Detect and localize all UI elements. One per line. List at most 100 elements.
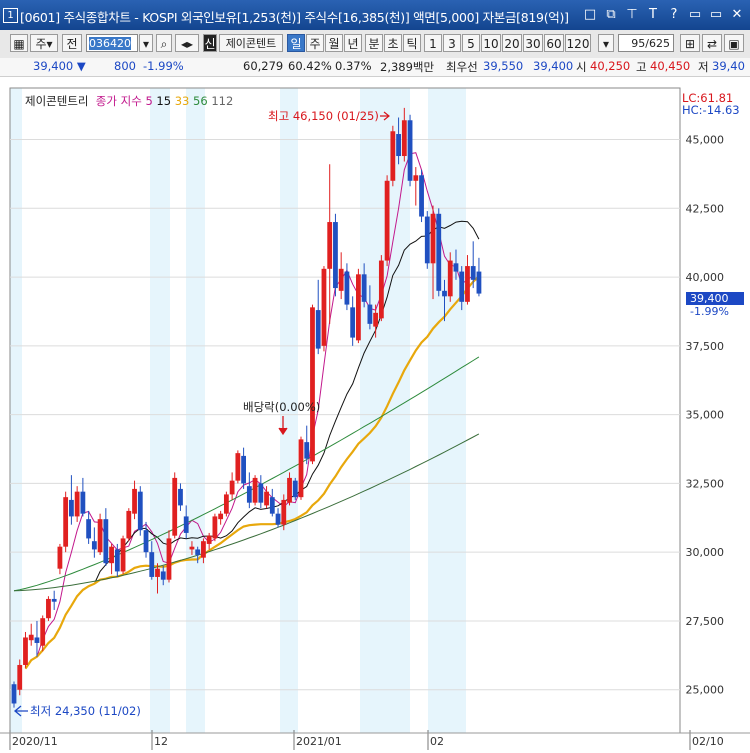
candle-body: [396, 134, 401, 157]
period-daily[interactable]: 일: [287, 34, 305, 52]
candle-body: [321, 268, 327, 346]
legend-ma-5: 5: [145, 94, 153, 108]
candle-body: [120, 538, 126, 572]
candle-body: [430, 213, 436, 264]
candle-body: [34, 637, 40, 643]
signal-label: 최우선: [446, 60, 478, 74]
window-title: [0601] 주식종합차트 - KOSPI 외국인보유[1,253(천)] 주식…: [20, 10, 569, 25]
candle-body: [419, 175, 424, 217]
grid-icon[interactable]: ▦: [10, 34, 28, 52]
help-icon[interactable]: ?: [667, 7, 681, 22]
low-price: 39,40: [712, 59, 745, 73]
period-weekly[interactable]: 주: [306, 34, 324, 52]
highlight-band: [150, 88, 170, 733]
candle-body: [241, 455, 246, 484]
y-tick-label: 27,500: [686, 615, 725, 628]
interval-120[interactable]: 120: [565, 34, 591, 52]
window-number: 1: [3, 8, 18, 23]
x-tick-label: 2021/01: [296, 735, 342, 748]
interval-10[interactable]: 10: [481, 34, 501, 52]
save-icon[interactable]: ▣: [724, 34, 744, 52]
chart-legend: 제이콘텐트리 종가 지수 5 15 33 56 112: [25, 93, 233, 109]
candle-body: [344, 271, 350, 305]
legend-ma-33: 33: [174, 94, 190, 108]
candle-body: [51, 598, 57, 602]
highlight-band: [186, 88, 205, 733]
pin-icon[interactable]: ⊤: [625, 7, 639, 22]
toggle-icon[interactable]: ⇄: [702, 34, 722, 52]
candle-body: [23, 637, 28, 665]
candle-body: [327, 222, 333, 269]
price-tag-value: 39,400: [690, 292, 729, 305]
copy-icon[interactable]: ⧉: [604, 7, 618, 22]
credit-badge: 신: [203, 34, 217, 52]
y-tick-label: 30,000: [686, 546, 725, 559]
volume-pct: 60.42%: [288, 59, 332, 73]
low-label: 저: [698, 60, 709, 74]
plot-frame: [9, 87, 681, 734]
candle-body: [86, 519, 92, 539]
candle-body: [57, 546, 63, 569]
y-tick-label: 45,000: [686, 134, 725, 147]
interval-20[interactable]: 20: [502, 34, 522, 52]
period-tick[interactable]: 틱: [403, 34, 421, 52]
series-name: 제이콘텐트리: [25, 94, 89, 108]
interval-30[interactable]: 30: [523, 34, 543, 52]
candle-body: [155, 568, 160, 577]
stock-code-input[interactable]: 036420: [86, 34, 138, 52]
y-tick-label: 42,500: [686, 202, 725, 215]
candle-body: [333, 222, 338, 289]
candle-body: [470, 266, 476, 280]
price-change-pct: -1.99%: [143, 59, 184, 73]
candle-body: [63, 497, 69, 547]
interval-5[interactable]: 5: [462, 34, 480, 52]
price-chart-area[interactable]: 45,000 42,500 40,000 37,500 35,000 32,500 30,0…: [0, 77, 750, 750]
dividend-annotation: 배당락(0.00%): [243, 400, 320, 414]
period-second[interactable]: 초: [384, 34, 402, 52]
candle-body: [17, 664, 23, 690]
interval-1[interactable]: 1: [424, 34, 442, 52]
candle-body: [212, 516, 218, 539]
candle-body: [206, 535, 212, 544]
volume: 60,279: [243, 59, 284, 73]
period-monthly[interactable]: 월: [325, 34, 343, 52]
maximize-button[interactable]: ▭: [709, 7, 723, 22]
current-price: 39,400 ▼: [33, 59, 86, 73]
candle-body: [132, 488, 137, 514]
candle-body: [275, 513, 281, 525]
speaker-icon[interactable]: ◂▸: [175, 34, 199, 52]
period-yearly[interactable]: 년: [344, 34, 362, 52]
close-button[interactable]: ✕: [730, 7, 744, 22]
x-tick-label: 02: [430, 735, 444, 748]
candlestick-chart[interactable]: 45,000 42,500 40,000 37,500 35,000 32,500 30,0…: [0, 77, 750, 750]
trade-amount: 2,389백만: [380, 60, 435, 74]
candle-body: [178, 488, 183, 506]
search-icon[interactable]: ⌕: [156, 34, 172, 52]
high-annotation: 최고 46,150 (01/25): [268, 109, 379, 123]
candle-body: [195, 549, 201, 555]
compare-icon[interactable]: ⊞: [680, 34, 700, 52]
page-count[interactable]: 95/625: [618, 34, 674, 52]
interval-dropdown-icon[interactable]: ▾: [598, 34, 614, 52]
all-button[interactable]: 전: [62, 34, 82, 52]
legend-ma-112: 112: [211, 94, 234, 108]
text-icon[interactable]: T: [646, 7, 660, 22]
period-minute[interactable]: 분: [365, 34, 383, 52]
open-label: 시: [576, 60, 587, 74]
ma-33-line: [24, 275, 480, 670]
candle-body: [80, 491, 86, 514]
candle-body: [69, 499, 74, 517]
chevron-down-icon[interactable]: ▾: [139, 34, 153, 52]
candle-body: [413, 175, 419, 181]
candle-body: [269, 497, 275, 514]
y-tick-label: 35,000: [686, 409, 725, 422]
candle-body: [476, 271, 482, 294]
candle-body: [447, 260, 453, 297]
market-select[interactable]: 주▾: [30, 34, 58, 52]
interval-3[interactable]: 3: [443, 34, 461, 52]
candle-body: [143, 530, 149, 553]
interval-60[interactable]: 60: [544, 34, 564, 52]
minimize-button[interactable]: ▭: [688, 7, 702, 22]
link-icon[interactable]: □: [583, 7, 597, 22]
candle-body: [350, 307, 356, 338]
